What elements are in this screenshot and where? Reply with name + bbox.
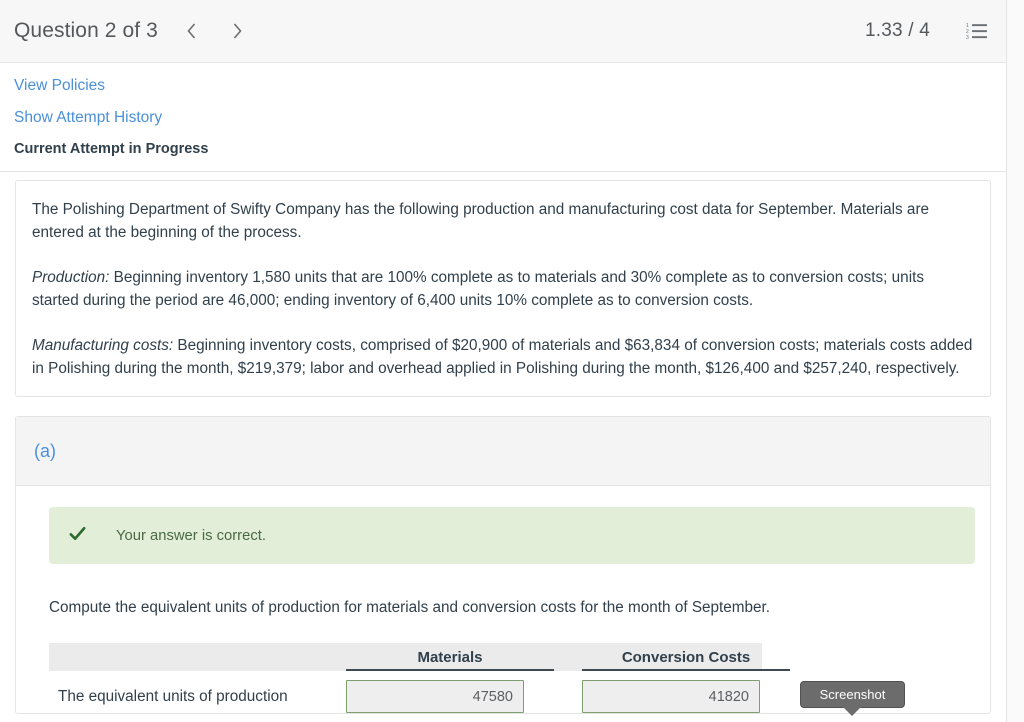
next-question-button[interactable] — [230, 20, 246, 42]
conversion-input-cell — [582, 680, 790, 713]
manufacturing-text: Beginning inventory costs, comprised of … — [32, 337, 973, 377]
equivalent-units-table: Materials Conversion Costs The equivalen… — [49, 643, 790, 713]
problem-intro: The Polishing Department of Swifty Compa… — [32, 201, 930, 241]
table-header-conversion-costs: Conversion Costs — [582, 649, 790, 671]
chevron-right-icon — [232, 22, 243, 40]
question-header: Question 2 of 3 1.33 / 4 1 2 3 — [0, 0, 1006, 63]
attempt-links: View Policies Show Attempt History Curre… — [0, 63, 1006, 157]
correct-answer-banner: Your answer is correct. — [49, 507, 975, 564]
current-attempt-label: Current Attempt in Progress — [14, 141, 209, 157]
question-list-button[interactable]: 1 2 3 — [966, 22, 988, 40]
check-icon — [68, 524, 87, 548]
part-a-header: (a) — [16, 417, 990, 486]
correct-answer-text: Your answer is correct. — [116, 527, 266, 544]
part-a-instruction: Compute the equivalent units of producti… — [49, 599, 771, 616]
part-a-panel: (a) Your answer is correct. Compute the … — [15, 416, 991, 714]
table-header-materials: Materials — [346, 649, 554, 671]
table-row: The equivalent units of production — [49, 671, 762, 713]
part-a-letter: (a) — [34, 440, 56, 461]
table-header-row: Materials Conversion Costs — [49, 643, 790, 671]
question-page: Question 2 of 3 1.33 / 4 1 2 3 View Poli… — [0, 0, 1006, 722]
manufacturing-label: Manufacturing costs: — [32, 337, 174, 354]
materials-input-cell — [346, 680, 554, 713]
previous-question-button[interactable] — [184, 20, 200, 42]
question-navigation — [184, 20, 246, 42]
view-policies-link[interactable]: View Policies — [14, 78, 105, 94]
show-attempt-history-link[interactable]: Show Attempt History — [14, 109, 162, 126]
row-label-equivalent-units: The equivalent units of production — [58, 687, 288, 705]
production-text: Beginning inventory 1,580 units that are… — [32, 269, 924, 309]
screenshot-tooltip-arrow — [843, 707, 861, 716]
problem-statement-card: The Polishing Department of Swifty Compa… — [15, 180, 991, 397]
screenshot-tooltip: Screenshot — [800, 681, 905, 708]
problem-manufacturing: Manufacturing costs: Beginning inventory… — [32, 334, 974, 380]
page-title: Question 2 of 3 — [14, 19, 158, 42]
conversion-costs-input[interactable] — [582, 680, 760, 713]
page-scroll-gutter[interactable] — [1006, 0, 1024, 722]
divider — [0, 171, 1006, 172]
svg-text:3: 3 — [966, 35, 969, 40]
numbered-list-icon: 1 2 3 — [966, 22, 988, 40]
chevron-left-icon — [186, 22, 197, 40]
part-a-body: Your answer is correct. Compute the equi… — [16, 486, 990, 713]
problem-production: Production: Beginning inventory 1,580 un… — [32, 266, 974, 312]
score-display: 1.33 / 4 — [865, 20, 930, 41]
production-label: Production: — [32, 269, 110, 286]
materials-input[interactable] — [346, 680, 524, 713]
screenshot-tooltip-label: Screenshot — [819, 687, 886, 702]
